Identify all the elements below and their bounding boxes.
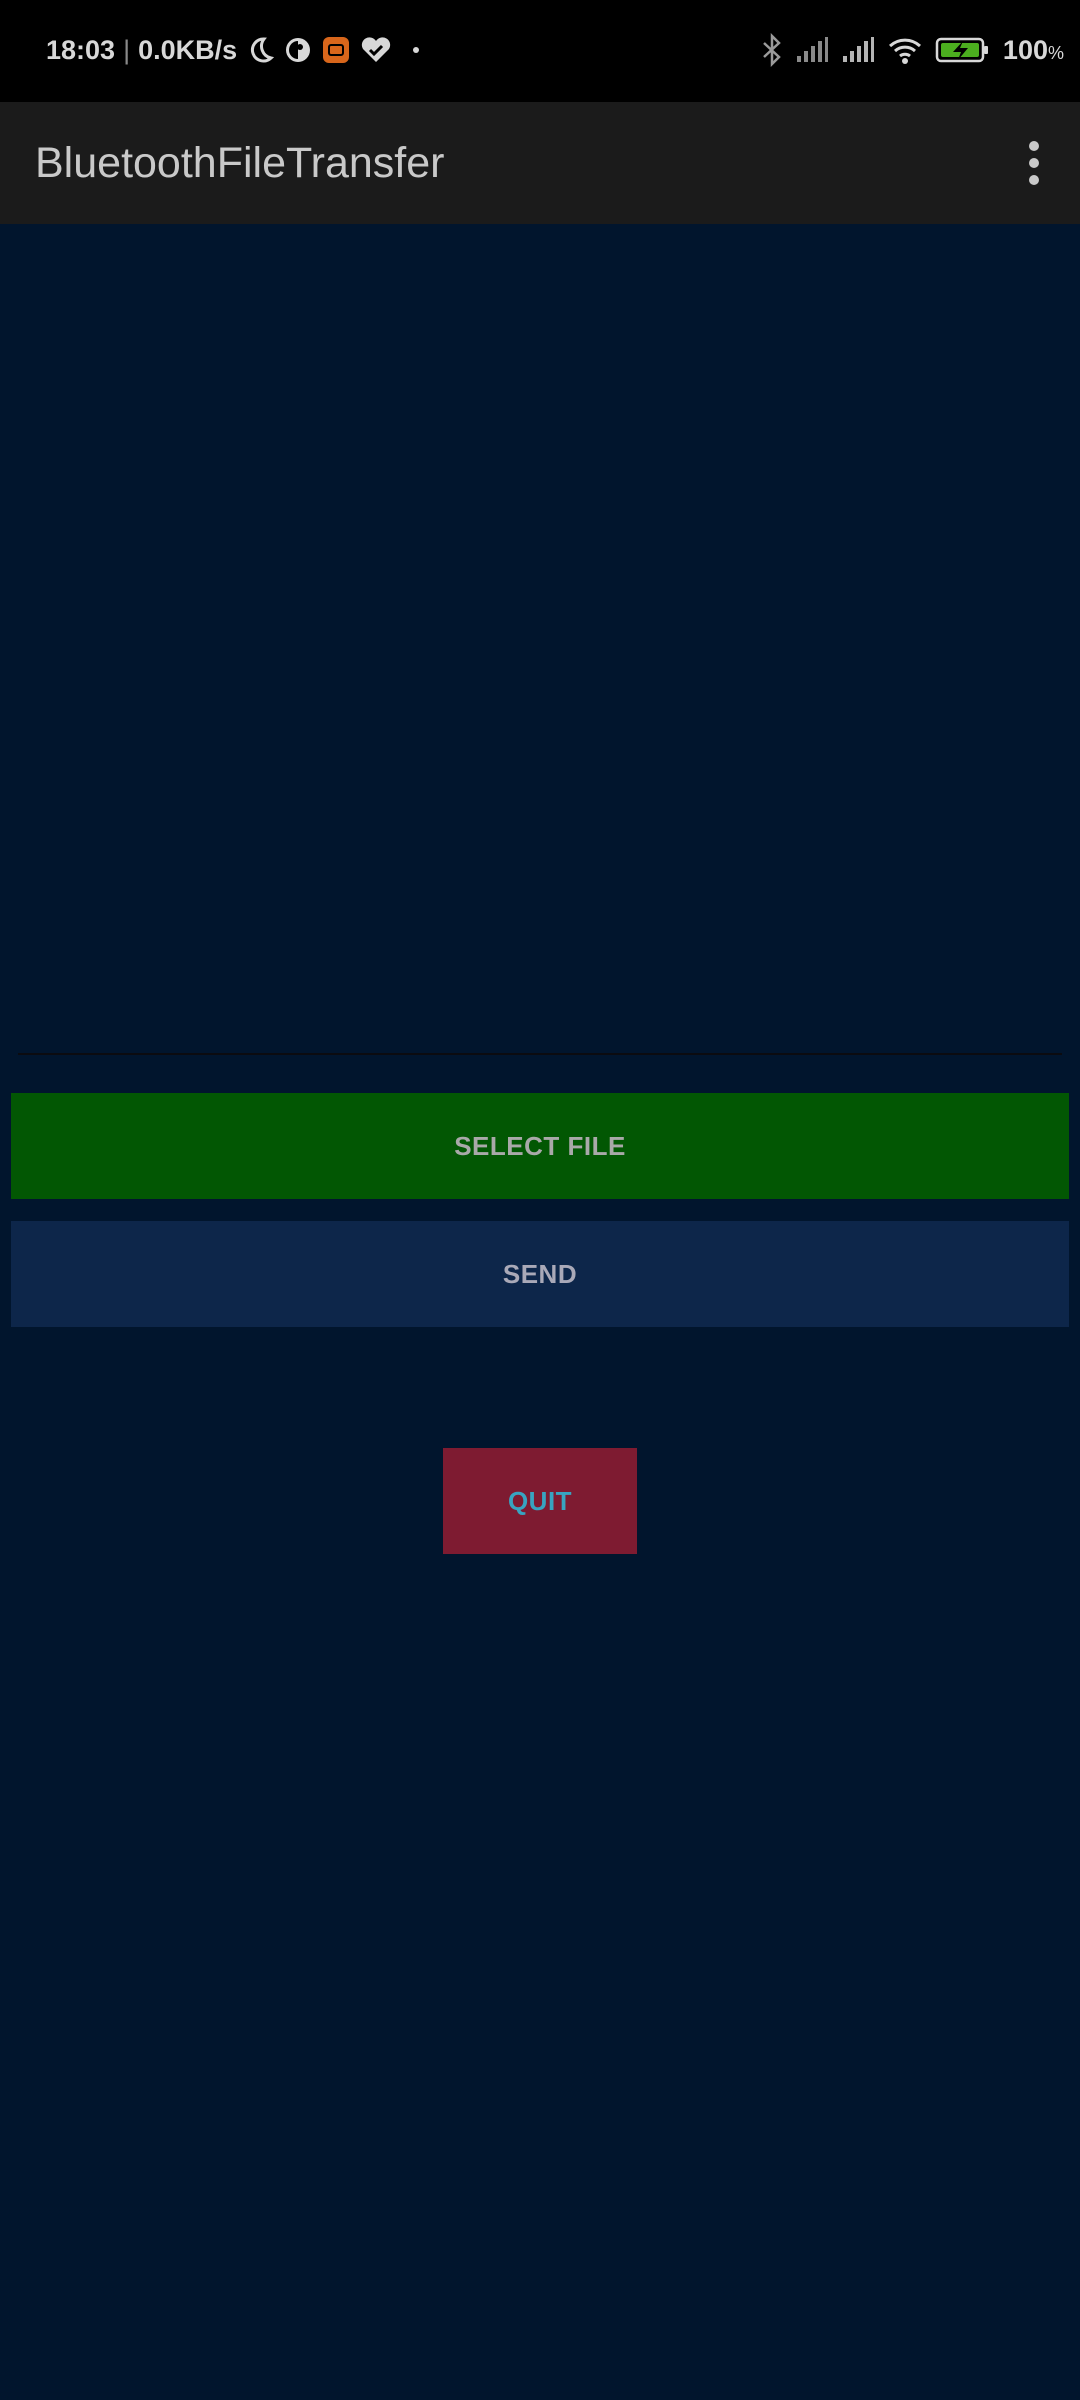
battery-charging-icon [935,35,991,65]
battery-percent: 100% [1002,34,1064,65]
dot-icon [401,35,431,65]
status-time: 18:03 [46,34,116,65]
status-left: 18:03 | 0.0KB/s [46,0,431,114]
app-title: BluetoothFileTransfer [35,138,445,187]
network-speed: 0.0KB/s [138,34,238,65]
more-vertical-icon[interactable] [1004,133,1064,193]
main-content: SELECT FILE SEND QUIT [0,224,1080,2400]
signal-icon [795,36,829,64]
divider [18,1053,1062,1055]
status-right: 100% [761,0,1064,114]
wifi-icon [887,35,923,65]
menu-dot [1029,158,1039,168]
select-file-button[interactable]: SELECT FILE [11,1093,1069,1199]
status-bar: 18:03 | 0.0KB/s 100% [0,0,1080,102]
menu-dot [1029,141,1039,151]
moon-icon [245,35,275,65]
send-button[interactable]: SEND [11,1221,1069,1327]
bluetooth-icon [761,33,783,67]
circle-half-icon [283,35,313,65]
quit-button[interactable]: QUIT [443,1448,637,1554]
app-badge-icon [321,35,351,65]
app-bar: BluetoothFileTransfer [0,102,1080,224]
menu-dot [1029,175,1039,185]
signal-icon [841,36,875,64]
status-separator: | [123,34,131,65]
heart-check-icon [359,35,393,65]
